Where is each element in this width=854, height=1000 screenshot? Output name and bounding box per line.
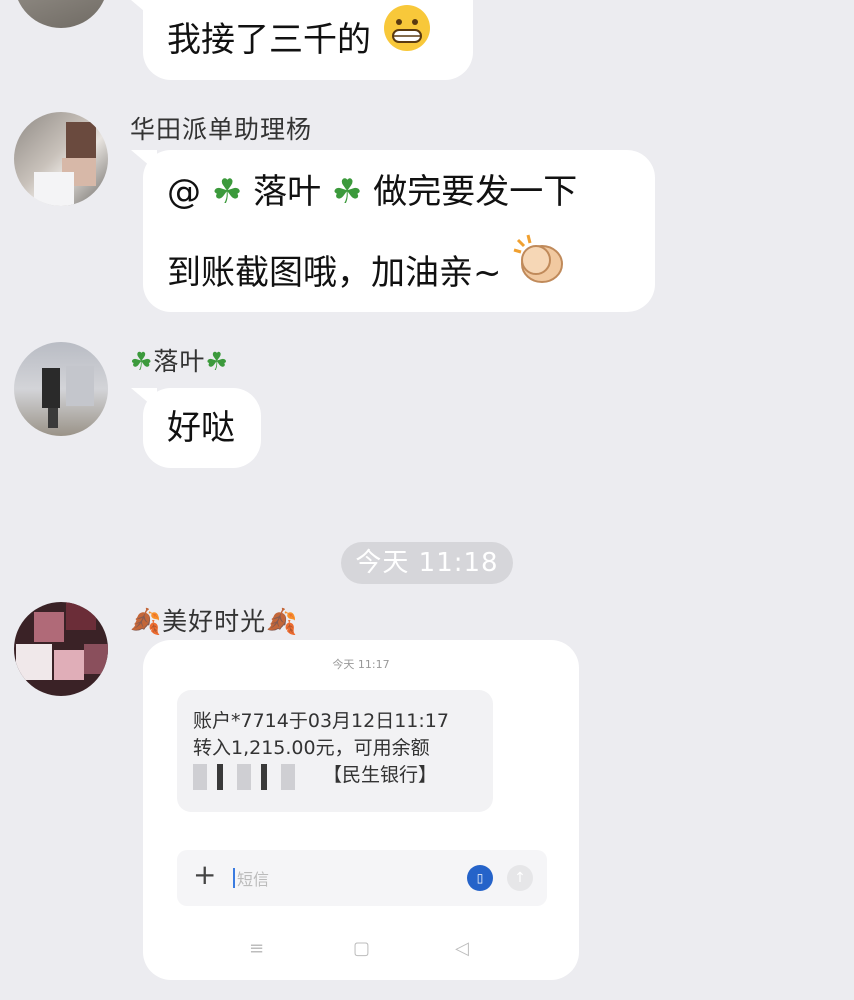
clover-icon: ☘	[211, 172, 243, 212]
mention-at: @	[167, 172, 201, 212]
send-icon: ↑	[507, 865, 533, 891]
clapping-hands-icon	[512, 232, 572, 317]
sender-name: 华田派单助理杨	[130, 115, 313, 144]
sender-name: 🍂美好时光🍂	[130, 602, 298, 638]
clover-icon: ☘	[130, 347, 154, 376]
sms-bank: 【民生银行】	[323, 764, 438, 786]
clover-icon: ☘	[205, 347, 229, 376]
add-icon: +	[193, 858, 217, 891]
image-message[interactable]: 今天 11:17 账户*7714于03月12日11:17 转入1,215.00元…	[143, 640, 579, 980]
leaf-icon: 🍂	[130, 607, 163, 636]
message-text: 到账截图哦，加油亲~	[167, 253, 502, 293]
screenshot-time: 今天 11:17	[332, 658, 390, 671]
sim-icon: ▯	[467, 865, 493, 891]
sender-name: ☘落叶☘	[130, 342, 229, 378]
message-text: 我接了三千的	[167, 20, 371, 60]
avatar-luoye[interactable]	[14, 342, 108, 436]
redacted-balance	[193, 764, 299, 790]
sms-bubble: 账户*7714于03月12日11:17 转入1,215.00元，可用余额 【民生…	[177, 690, 493, 812]
back-nav-icon: ◁	[455, 938, 469, 959]
time-divider: 今天 11:18	[341, 542, 513, 584]
menu-nav-icon: ≡	[249, 938, 265, 959]
text-cursor	[233, 868, 235, 888]
mention-name: 落叶	[253, 172, 322, 212]
message-text: 做完要发一下	[373, 172, 578, 212]
message-bubble: @ ☘ 落叶 ☘ 做完要发一下 到账截图哦，加油亲~	[143, 150, 655, 312]
message-bubble: 好哒	[143, 388, 261, 468]
home-nav-icon: ▢	[353, 938, 371, 959]
sender-name-text: 落叶	[153, 347, 206, 376]
grinning-emoji-icon	[382, 2, 432, 82]
message-bubble: 我接了三千的	[143, 0, 473, 80]
sms-input-placeholder: 短信	[237, 870, 270, 889]
sms-line: 转入1,215.00元，可用余额	[193, 737, 430, 759]
sender-name-text: 美好时光	[162, 607, 267, 636]
avatar-assistant[interactable]	[14, 112, 108, 206]
message-text: 好哒	[167, 408, 235, 448]
sms-line: 账户*7714于03月12日11:17	[193, 710, 449, 732]
clover-icon: ☘	[331, 172, 363, 212]
avatar-meihao[interactable]	[14, 602, 108, 696]
leaf-icon: 🍂	[266, 607, 299, 636]
sms-input-bar: + 短信 ▯ ↑	[177, 850, 547, 906]
avatar-user-1[interactable]	[14, 0, 108, 28]
